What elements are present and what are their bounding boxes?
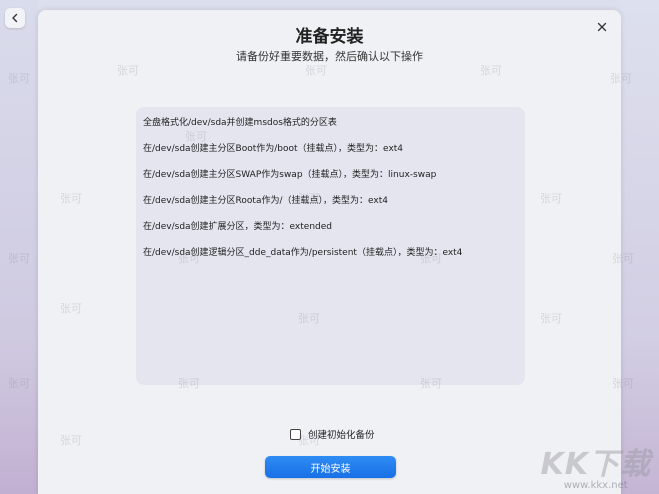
operation-item: 在/dev/sda创建主分区Roota作为/（挂载点），类型为：ext4 [143, 196, 388, 206]
chevron-left-icon [12, 13, 18, 23]
watermark-text: 张可 [60, 302, 82, 315]
watermark-text: 张可 [60, 192, 82, 205]
watermark-text: 张可 [8, 252, 30, 265]
watermark-text: 张可 [480, 64, 502, 77]
operation-item: 全盘格式化/dev/sda并创建msdos格式的分区表 [143, 118, 337, 128]
watermark-text: 张可 [298, 192, 320, 205]
watermark-text: 张可 [610, 72, 632, 85]
start-install-button[interactable]: 开始安装 [265, 456, 396, 478]
watermark-text: 张可 [178, 377, 200, 390]
watermark-text: 张可 [612, 377, 634, 390]
operation-item: 在/dev/sda创建主分区SWAP作为swap（挂载点），类型为：linux-… [143, 170, 437, 180]
back-button[interactable] [5, 8, 25, 28]
watermark-logo-text: KK下载 [540, 447, 651, 482]
watermark-text: 张可 [540, 312, 562, 325]
watermark-text: 张可 [298, 312, 320, 325]
watermark-text: 张可 [185, 130, 207, 143]
watermark-text: 张可 [60, 434, 82, 447]
watermark-logo: KK下载 www.kkx.net [541, 450, 652, 492]
watermark-text: 张可 [298, 434, 320, 447]
watermark-text: 张可 [8, 72, 30, 85]
page-title: 准备安装 [295, 27, 364, 47]
operation-item: 在/dev/sda创建主分区Boot作为/boot（挂载点），类型为：ext4 [143, 144, 404, 154]
operations-panel: 全盘格式化/dev/sda并创建msdos格式的分区表 在/dev/sda创建主… [136, 107, 525, 385]
watermark-text: 张可 [178, 252, 200, 265]
watermark-text: 张可 [8, 377, 30, 390]
watermark-text: 张可 [420, 377, 442, 390]
watermark-text: 张可 [612, 252, 634, 265]
watermark-text: 张可 [540, 192, 562, 205]
watermark-text: 张可 [305, 64, 327, 77]
watermark-text: 张可 [420, 252, 442, 265]
watermark-text: 张可 [117, 64, 139, 77]
operation-item: 在/dev/sda创建扩展分区，类型为：extended [143, 222, 332, 232]
install-dialog: 准备安装 请备份好重要数据，然后确认以下操作 全盘格式化/dev/sda并创建m… [38, 10, 621, 494]
